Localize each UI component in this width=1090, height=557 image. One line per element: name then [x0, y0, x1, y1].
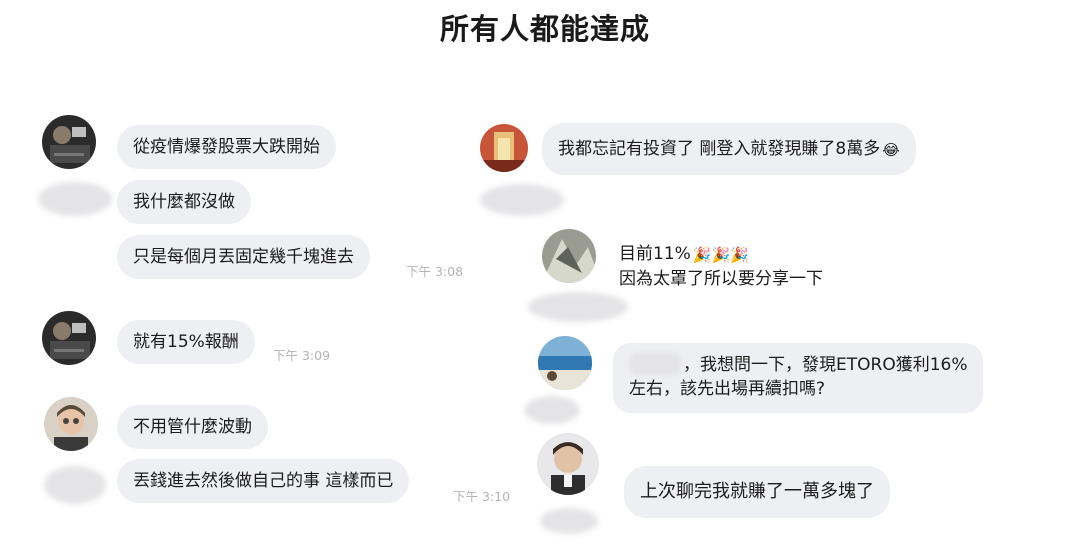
redacted-name: [528, 292, 628, 322]
avatar[interactable]: [42, 115, 96, 169]
chat-bubble: 就有15%報酬: [117, 320, 255, 364]
laughing-emoji-icon: 😂: [882, 141, 900, 159]
redacted-name: [38, 182, 112, 216]
redacted-name: [629, 353, 681, 375]
chat-bubble: 我都忘記有投資了 剛登入就發現賺了8萬多 😂: [542, 123, 916, 175]
timestamp: 下午 3:09: [273, 348, 331, 363]
avatar[interactable]: [537, 433, 599, 495]
redacted-name: [44, 466, 106, 504]
chat-bubble: 丟錢進去然後做自己的事 這樣而已: [117, 459, 410, 503]
timestamp: 下午 3:08: [406, 264, 464, 279]
chat-bubble: 目前11% 🎉🎉🎉 因為太罩了所以要分享一下: [607, 235, 839, 298]
chat-bubble: 不用管什麼波動: [117, 405, 268, 449]
page-title: 所有人都能達成: [439, 12, 650, 46]
chat-bubble: 只是每個月丟固定幾千塊進去: [117, 235, 370, 279]
timestamp: 下午 3:10: [453, 489, 511, 504]
redacted-name: [524, 396, 580, 424]
avatar[interactable]: [44, 397, 98, 451]
message-text: 我都忘記有投資了 剛登入就發現賺了8萬多: [558, 139, 881, 159]
avatar[interactable]: [42, 311, 96, 365]
message-text: 因為太罩了所以要分享一下: [619, 269, 823, 289]
message-text: 左右，該先出場再續扣嗎?: [629, 379, 826, 399]
chat-bubble: 上次聊完我就賺了一萬多塊了: [624, 466, 890, 518]
redacted-name: [540, 508, 598, 534]
avatar[interactable]: [538, 336, 592, 390]
avatar[interactable]: [542, 229, 596, 283]
chat-bubble: ，我想問一下，發現ETORO獲利16% 左右，該先出場再續扣嗎?: [613, 343, 984, 413]
redacted-name: [480, 184, 564, 216]
message-text: ，我想問一下，發現ETORO獲利16%: [683, 355, 968, 375]
chat-bubble: 我什麼都沒做: [117, 180, 251, 224]
avatar[interactable]: [480, 124, 528, 172]
message-text: 目前11%: [619, 244, 691, 264]
chat-bubble: 從疫情爆發股票大跌開始: [117, 125, 336, 169]
party-popper-emoji-icon: 🎉🎉🎉: [692, 246, 749, 264]
